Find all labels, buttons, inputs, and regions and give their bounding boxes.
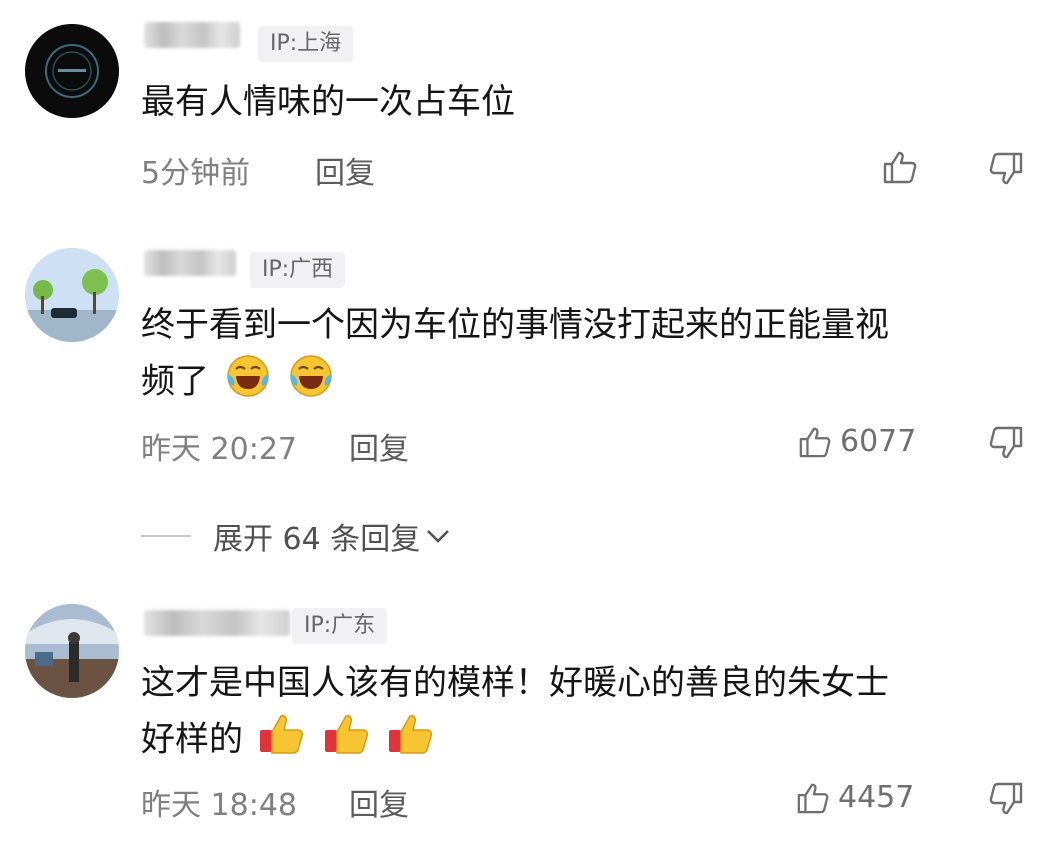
comment-text: 最有人情味的一次占车位 bbox=[141, 82, 515, 122]
comment-text-line-2: 好样的 bbox=[141, 710, 889, 772]
reply-button[interactable]: 回复 bbox=[349, 780, 409, 824]
thumbs-up-icon bbox=[796, 781, 830, 815]
dislike-button[interactable] bbox=[988, 152, 1024, 186]
ip-location-badge: IP:广东 bbox=[292, 608, 388, 644]
reply-button[interactable]: 回复 bbox=[349, 424, 409, 468]
thumbs-up-emoji bbox=[387, 710, 437, 772]
thumbs-up-icon bbox=[798, 425, 832, 459]
like-button[interactable]: 6077 bbox=[798, 424, 916, 459]
username-blurred[interactable] bbox=[144, 610, 290, 636]
laughing-tears-emoji bbox=[287, 352, 335, 414]
comment-time: 昨天 20:27 bbox=[141, 432, 297, 467]
thumbs-down-icon bbox=[988, 426, 1024, 460]
username-blurred[interactable] bbox=[144, 250, 236, 276]
dislike-button[interactable] bbox=[988, 426, 1024, 460]
comment-time: 5分钟前 bbox=[141, 156, 251, 191]
ip-location-badge: IP:上海 bbox=[258, 26, 354, 62]
like-count: 6077 bbox=[840, 424, 917, 459]
thumbs-up-icon bbox=[882, 150, 918, 184]
comment-text-line-2: 频了 bbox=[141, 352, 889, 414]
like-count: 4457 bbox=[838, 780, 915, 815]
laughing-tears-emoji bbox=[224, 352, 272, 414]
like-button[interactable]: 4457 bbox=[796, 780, 914, 815]
thumbs-up-emoji bbox=[323, 710, 373, 772]
avatar[interactable] bbox=[25, 24, 119, 118]
thumbs-down-icon bbox=[988, 152, 1024, 186]
comment-text: 终于看到一个因为车位的事情没打起来的正能量视 频了 bbox=[141, 298, 889, 414]
comment-text: 这才是中国人该有的模样！好暖心的善良的朱女士 好样的 bbox=[141, 656, 889, 772]
like-button[interactable] bbox=[882, 150, 918, 184]
expand-replies-label: 展开 64 条回复 bbox=[213, 522, 421, 557]
comment-text-line: 这才是中国人该有的模样！好暖心的善良的朱女士 bbox=[141, 663, 889, 703]
chevron-down-icon bbox=[424, 526, 452, 546]
ip-location-badge: IP:广西 bbox=[250, 252, 346, 288]
comment-text-line: 终于看到一个因为车位的事情没打起来的正能量视 bbox=[141, 305, 889, 345]
thumbs-down-icon bbox=[988, 782, 1024, 816]
divider-line bbox=[141, 535, 191, 537]
avatar[interactable] bbox=[25, 248, 119, 342]
comment-time: 昨天 18:48 bbox=[141, 788, 297, 823]
thumbs-up-emoji bbox=[258, 710, 308, 772]
username-blurred[interactable] bbox=[144, 22, 240, 48]
reply-button[interactable]: 回复 bbox=[315, 148, 375, 192]
dislike-button[interactable] bbox=[988, 782, 1024, 816]
avatar[interactable] bbox=[25, 604, 119, 698]
expand-replies-button[interactable]: 展开 64 条回复 bbox=[141, 514, 452, 558]
